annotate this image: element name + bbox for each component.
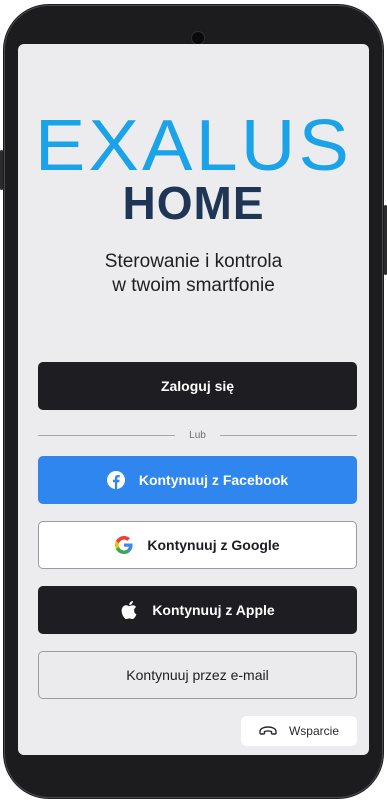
apple-icon bbox=[120, 601, 138, 619]
support-label: Wsparcie bbox=[288, 724, 339, 738]
support-button[interactable]: Wsparcie bbox=[241, 716, 357, 746]
front-camera bbox=[191, 31, 205, 45]
login-button-label: Zaloguj się bbox=[160, 378, 235, 394]
or-divider: Lub bbox=[38, 428, 357, 442]
apple-login-label: Kontynuuj z Apple bbox=[152, 602, 275, 618]
phone-icon bbox=[259, 726, 277, 736]
logo-exalus: EXALUS bbox=[34, 106, 353, 186]
google-login-label: Kontynuuj z Google bbox=[147, 537, 280, 553]
divider-line bbox=[219, 434, 357, 436]
login-button[interactable]: Zaloguj się bbox=[38, 362, 357, 410]
email-login-label: Kontynuuj przez e-mail bbox=[126, 667, 269, 683]
facebook-icon bbox=[106, 471, 125, 489]
google-icon bbox=[115, 536, 133, 554]
apple-login-button[interactable]: Kontynuuj z Apple bbox=[38, 586, 357, 634]
email-login-button[interactable]: Kontynuuj przez e-mail bbox=[38, 651, 357, 699]
logo-home: HOME bbox=[122, 177, 265, 229]
tagline-line: Sterowanie i kontrola bbox=[104, 251, 283, 272]
tagline-line: w twoim smartfonie bbox=[112, 275, 275, 296]
divider-label: Lub bbox=[189, 429, 206, 441]
google-login-button[interactable]: Kontynuuj z Google bbox=[38, 521, 357, 569]
facebook-login-button[interactable]: Kontynuuj z Facebook bbox=[38, 456, 357, 504]
app-screen: EXALUS HOME Sterowanie i kontrola w twoi… bbox=[18, 44, 369, 755]
side-button bbox=[0, 150, 3, 190]
tagline: Sterowanie i kontrola w twoim smartfonie bbox=[18, 250, 369, 298]
divider-line bbox=[38, 434, 176, 436]
facebook-login-label: Kontynuuj z Facebook bbox=[138, 472, 289, 488]
